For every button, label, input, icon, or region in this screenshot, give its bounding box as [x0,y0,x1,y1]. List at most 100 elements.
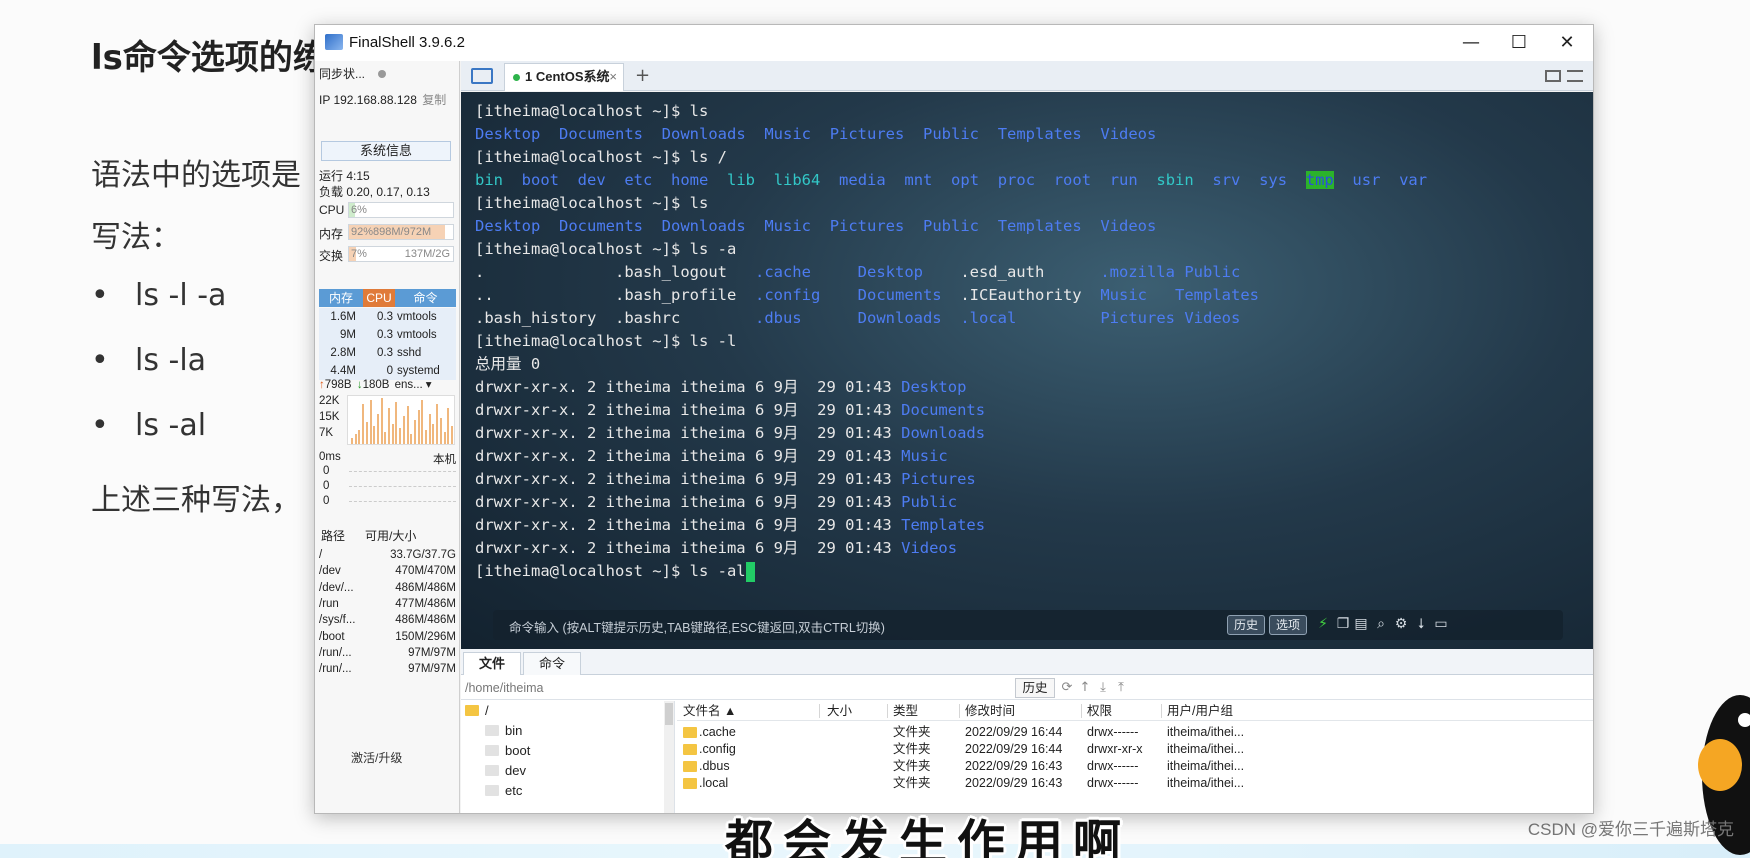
col-separator [1081,704,1082,718]
process-table-header: 内存 CPU 命令 [319,289,456,307]
process-row[interactable]: 1.6M 0.3 vmtools [319,308,456,326]
terminal-line: Desktop Documents Downloads Music Pictur… [475,123,1427,146]
terminal-text: sbin [1156,171,1194,189]
directory-tree[interactable]: / bin boot dev etc [461,701,675,813]
disk-row[interactable]: / 33.7G/37.7G [319,547,456,563]
terminal-line: bin boot dev etc home lib lib64 media mn… [475,169,1427,192]
tree-item-label: etc [505,783,523,798]
history-button[interactable]: 历史 [1227,615,1266,635]
terminal-text: [itheima@localhost ~]$ ls -al [475,562,746,580]
minimize-button[interactable]: — [1449,29,1493,57]
tab-close-icon[interactable]: × [609,64,617,90]
disk-path: /run/... [319,646,352,659]
grid-view-icon[interactable] [1545,70,1561,82]
tree-item[interactable]: / [465,701,489,721]
disk-size: 477M/486M [395,597,456,610]
tab-commands[interactable]: 命令 [523,652,581,675]
file-row[interactable]: .dbus 文件夹 2022/09/29 16:43 drwx------ itheim… [677,757,1593,775]
window-icon[interactable]: ▭ [1433,616,1449,632]
tree-item[interactable]: bin [485,721,522,741]
disk-size: 486M/486M [395,581,456,594]
activate-upgrade-link[interactable]: 激活/升级 [351,749,402,766]
upload-file-icon[interactable]: ⤒ [1113,680,1129,696]
cpu-value: 6% [351,204,367,216]
tree-item[interactable]: etc [485,781,522,801]
terminal-text: run [1109,171,1138,189]
col-permission[interactable]: 权限 [1087,701,1112,721]
path-input[interactable]: /home/itheima [465,679,965,697]
path-history-button[interactable]: 历史 [1015,678,1055,698]
title-bar[interactable]: FinalShell 3.9.6.2 — ☐ ✕ [315,25,1593,61]
tree-scrollbar-thumb[interactable] [665,703,673,725]
tab-centos[interactable]: 1 CentOS系统 × [504,63,624,91]
net-interface-select[interactable]: ens... [395,379,423,391]
disk-row[interactable]: /sys/f... 486M/486M [319,612,456,628]
slide-bullet-text: ls -al [135,408,207,443]
terminal-text: Desktop [475,125,541,143]
connected-dot-icon [513,74,520,82]
col-size[interactable]: 大小 [827,701,852,721]
disk-row[interactable]: /dev/... 486M/486M [319,580,456,596]
open-folder-icon[interactable] [471,68,493,84]
col-mtime[interactable]: 修改时间 [965,701,1015,721]
file-row[interactable]: .cache 文件夹 2022/09/29 16:44 drwx------ ithei… [677,723,1593,741]
file-row[interactable]: .config 文件夹 2022/09/29 16:44 drwxr-xr-x ithe… [677,740,1593,758]
terminal-text: .ICEauthority [960,286,1082,304]
net-graph-bar [362,404,365,444]
terminal-text: Documents [559,217,643,235]
file-row[interactable]: .local 文件夹 2022/09/29 16:43 drwx------ ithei… [677,774,1593,792]
paste-icon[interactable]: ▤ [1353,616,1369,632]
col-type[interactable]: 类型 [893,701,918,721]
proc-header-cpu[interactable]: CPU [363,289,395,307]
chevron-down-icon[interactable]: ▾ [426,379,432,391]
copy-icon[interactable]: ❐ [1335,616,1351,632]
proc-header-cmd[interactable]: 命令 [395,289,456,307]
terminal-line: drwxr-xr-x. 2 itheima itheima 6 9月 29 01… [475,445,1427,468]
tree-item[interactable]: dev [485,761,526,781]
maximize-button[interactable]: ☐ [1497,29,1541,57]
disk-row[interactable]: /run/... 97M/97M [319,661,456,677]
terminal-text: [itheima@localhost ~]$ ls [475,194,709,212]
refresh-icon[interactable]: ⟳ [1059,680,1075,696]
col-owner[interactable]: 用户/用户组 [1167,701,1233,721]
slide-title: ls命令选项的练 [91,38,327,78]
up-directory-icon[interactable]: ↑ [1077,680,1093,696]
terminal-line: .bash_history .bashrc .dbus Downloads .l… [475,307,1427,330]
options-button[interactable]: 选项 [1269,615,1308,635]
download-file-icon[interactable]: ⤓ [1095,680,1111,696]
terminal-text: drwxr-xr-x. 2 itheima itheima 6 9月 29 01… [475,401,902,419]
col-filename[interactable]: 文件名 ▲ [683,701,736,721]
disk-row[interactable]: /dev 470M/470M [319,563,456,579]
tree-scrollbar[interactable] [664,701,674,813]
add-tab-button[interactable]: + [635,65,650,86]
copy-ip-link[interactable]: 复制 [422,93,446,107]
tab-files[interactable]: 文件 [463,652,521,675]
disk-row[interactable]: /run 477M/486M [319,596,456,612]
command-input-hint[interactable]: 命令输入 (按ALT键提示历史,TAB键路径,ESC键返回,双击CTRL切换) [509,617,885,636]
terminal[interactable]: [itheima@localhost ~]$ ls Desktop Documen… [461,92,1593,649]
lightning-icon[interactable]: ⚡ [1315,616,1331,632]
system-info-button[interactable]: 系统信息 [321,141,451,161]
net-scale-label: 15K [319,411,340,423]
terminal-text: Public [1184,263,1241,281]
process-row[interactable]: 2.8M 0.3 sshd [319,344,456,362]
disk-row[interactable]: /boot 150M/296M [319,629,456,645]
disk-row[interactable]: /run/... 97M/97M [319,645,456,661]
tree-item[interactable]: boot [485,741,530,761]
search-icon[interactable]: ⌕ [1373,616,1389,632]
gear-icon[interactable]: ⚙ [1393,616,1409,632]
proc-header-mem[interactable]: 内存 [319,289,363,307]
list-view-icon[interactable] [1567,70,1583,82]
terminal-text: Public [901,493,958,511]
command-input-bar[interactable]: 命令输入 (按ALT键提示历史,TAB键路径,ESC键返回,双击CTRL切换) … [493,610,1563,640]
close-button[interactable]: ✕ [1545,29,1589,57]
process-row[interactable]: 9M 0.3 vmtools [319,326,456,344]
download-icon[interactable]: ⭣ [1413,616,1429,632]
